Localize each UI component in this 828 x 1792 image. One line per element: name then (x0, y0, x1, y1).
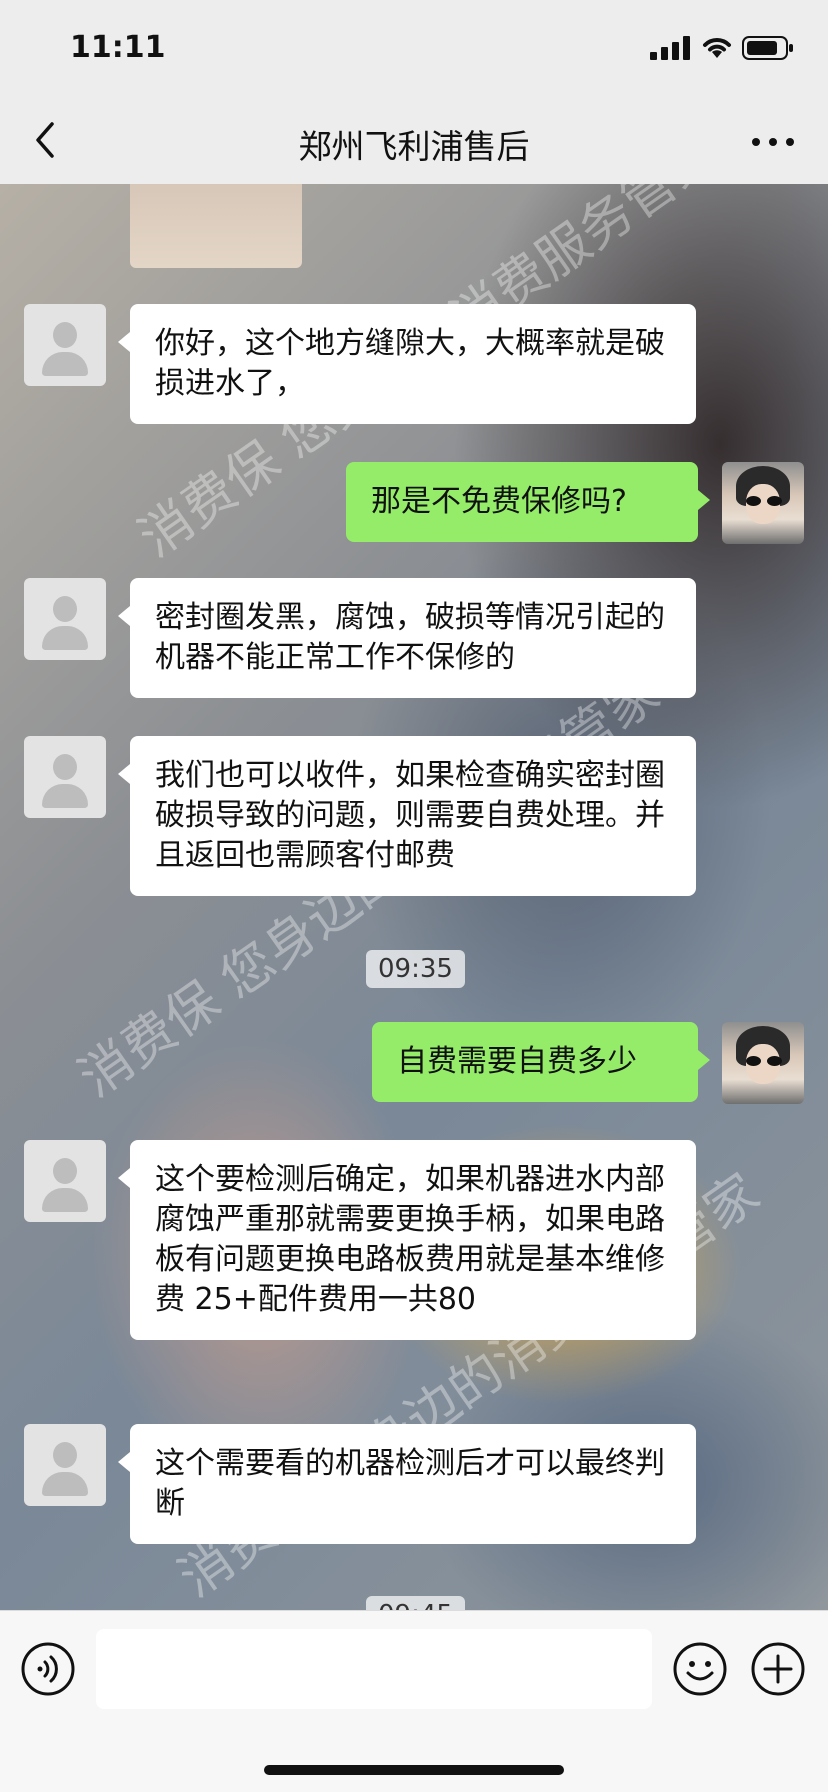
voice-input-icon[interactable] (20, 1641, 76, 1697)
cellular-signal-icon (650, 36, 690, 60)
plus-icon[interactable] (750, 1641, 806, 1697)
battery-icon (742, 36, 793, 60)
message-bubble[interactable]: 自费需要自费多少 (372, 1022, 710, 1102)
message-bubble[interactable]: 你好，这个地方缝隙大，大概率就是破损进水了， (118, 304, 696, 424)
contact-avatar[interactable] (24, 736, 106, 818)
emoji-icon[interactable] (672, 1641, 728, 1697)
contact-avatar[interactable] (24, 1140, 106, 1222)
message-bubble[interactable]: 那是不免费保修吗? (346, 462, 710, 542)
timestamp-label: 09:35 (366, 950, 465, 988)
chat-message-area[interactable]: 消费保 您身边的消费服务管家 消费保 您身边的消费服务管家 消费保 您身边的消费… (0, 184, 828, 1610)
input-bar (0, 1610, 828, 1792)
contact-avatar[interactable] (24, 304, 106, 386)
contact-avatar[interactable] (24, 578, 106, 660)
user-avatar[interactable] (722, 462, 804, 544)
home-indicator (264, 1765, 564, 1775)
status-bar: 11:11 (0, 0, 828, 100)
wifi-icon (703, 38, 731, 58)
message-bubble[interactable]: 我们也可以收件，如果检查确实密封圈破损导致的问题，则需要自费处理。并且返回也需顾… (118, 736, 696, 896)
chat-title: 郑州飞利浦售后 (298, 127, 530, 166)
message-bubble[interactable]: 密封圈发黑，腐蚀，破损等情况引起的机器不能正常工作不保修的 (118, 578, 696, 698)
more-options-icon[interactable] (748, 130, 798, 154)
message-bubble[interactable]: 这个需要看的机器检测后才可以最终判断 (118, 1424, 696, 1544)
message-text-input[interactable] (96, 1629, 652, 1709)
nav-bar: 郑州飞利浦售后 (0, 100, 828, 184)
image-message-thumbnail[interactable] (130, 184, 302, 268)
contact-avatar[interactable] (24, 1424, 106, 1506)
message-bubble[interactable]: 这个要检测后确定，如果机器进水内部腐蚀严重那就需要更换手柄，如果电路板有问题更换… (118, 1140, 696, 1340)
user-avatar[interactable] (722, 1022, 804, 1104)
status-time: 11:11 (70, 30, 166, 65)
timestamp-label: 09:45 (366, 1596, 465, 1610)
